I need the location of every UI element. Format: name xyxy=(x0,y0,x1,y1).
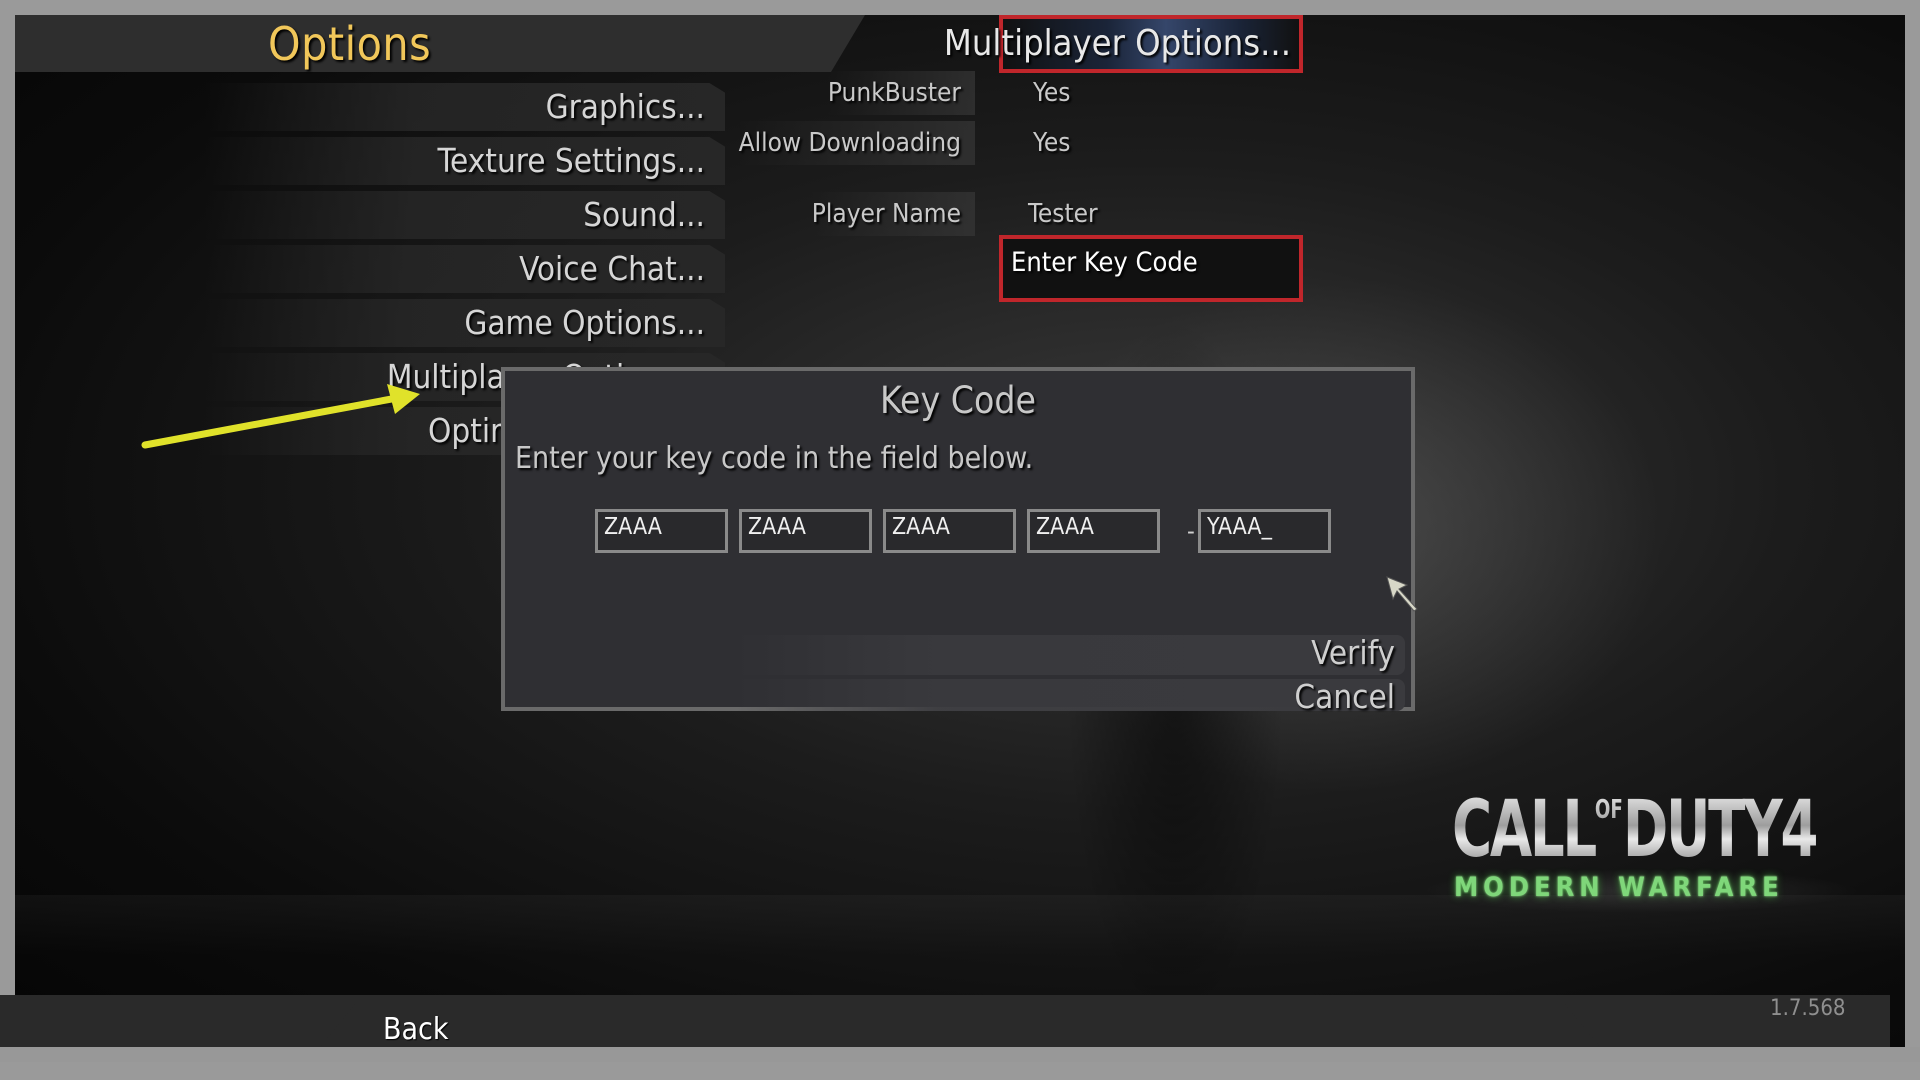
menu-item-label: Graphics... xyxy=(545,87,705,126)
logo-call: CALL xyxy=(1452,785,1595,875)
menu-item-sound[interactable]: Sound... xyxy=(205,191,725,239)
game-logo: CALLOFDUTY4 MODERN WARFARE xyxy=(1410,777,1870,927)
back-button[interactable]: Back xyxy=(383,1012,449,1047)
setting-value: Yes xyxy=(1033,128,1071,158)
mouse-cursor-icon xyxy=(1386,576,1418,612)
setting-punkbuster[interactable]: PunkBuster Yes xyxy=(805,71,1205,115)
key-code-field-3[interactable]: ZAAA xyxy=(883,509,1016,553)
setting-value: Yes xyxy=(1033,78,1071,108)
multiplayer-options-header[interactable]: Multiplayer Options... xyxy=(944,15,1303,73)
setting-allow-downloading[interactable]: Allow Downloading Yes xyxy=(738,121,1205,165)
logo-subtitle: MODERN WARFARE xyxy=(1454,872,1784,903)
logo-of: OF xyxy=(1594,795,1623,825)
cancel-button[interactable]: Cancel xyxy=(735,677,1405,716)
key-code-field-2[interactable]: ZAAA xyxy=(739,509,872,553)
menu-item-texture-settings[interactable]: Texture Settings... xyxy=(205,137,725,185)
menu-item-graphics[interactable]: Graphics... xyxy=(205,83,725,131)
key-code-field-4[interactable]: ZAAA xyxy=(1027,509,1160,553)
verify-label: Verify xyxy=(1311,633,1395,672)
key-code-separator: - xyxy=(1187,517,1195,545)
menu-item-label: Texture Settings... xyxy=(437,141,705,180)
dialog-message: Enter your key code in the field below. xyxy=(515,441,1034,476)
multiplayer-options-label: Multiplayer Options... xyxy=(943,23,1291,64)
key-code-dialog: Key Code Enter your key code in the fiel… xyxy=(501,367,1418,716)
menu-item-label: Voice Chat... xyxy=(519,249,705,288)
setting-label: Allow Downloading xyxy=(738,121,975,165)
cancel-label: Cancel xyxy=(1294,677,1395,716)
footer-tab xyxy=(320,1000,1600,1047)
setting-label: Player Name xyxy=(811,192,975,236)
menu-item-voice-chat[interactable]: Voice Chat... xyxy=(205,245,725,293)
dialog-title: Key Code xyxy=(880,379,1036,422)
key-code-field-1[interactable]: ZAAA xyxy=(595,509,728,553)
enter-key-code-label: Enter Key Code xyxy=(1011,247,1198,278)
setting-player-name[interactable]: Player Name Tester xyxy=(805,192,1205,236)
setting-label: PunkBuster xyxy=(827,71,975,115)
logo-title: CALLOFDUTY4 xyxy=(1452,785,1816,875)
logo-duty: DUTY4 xyxy=(1622,785,1817,875)
setting-value: Tester xyxy=(1028,199,1098,229)
menu-item-game-options[interactable]: Game Options... xyxy=(205,299,725,347)
game-screen: Options Graphics... Texture Settings... … xyxy=(15,15,1905,1062)
verify-button[interactable]: Verify xyxy=(735,633,1405,675)
title-bar xyxy=(15,15,865,72)
annotation-arrow-icon xyxy=(141,384,420,449)
menu-item-label: Sound... xyxy=(583,195,705,234)
version-label: 1.7.568 xyxy=(1770,996,1846,1021)
frame-bottom xyxy=(0,1047,1920,1062)
enter-key-code-button[interactable]: Enter Key Code xyxy=(999,235,1303,302)
page-title: Options xyxy=(268,17,432,71)
key-code-field-5[interactable]: YAAA_ xyxy=(1198,509,1331,553)
menu-item-label: Game Options... xyxy=(464,303,705,342)
